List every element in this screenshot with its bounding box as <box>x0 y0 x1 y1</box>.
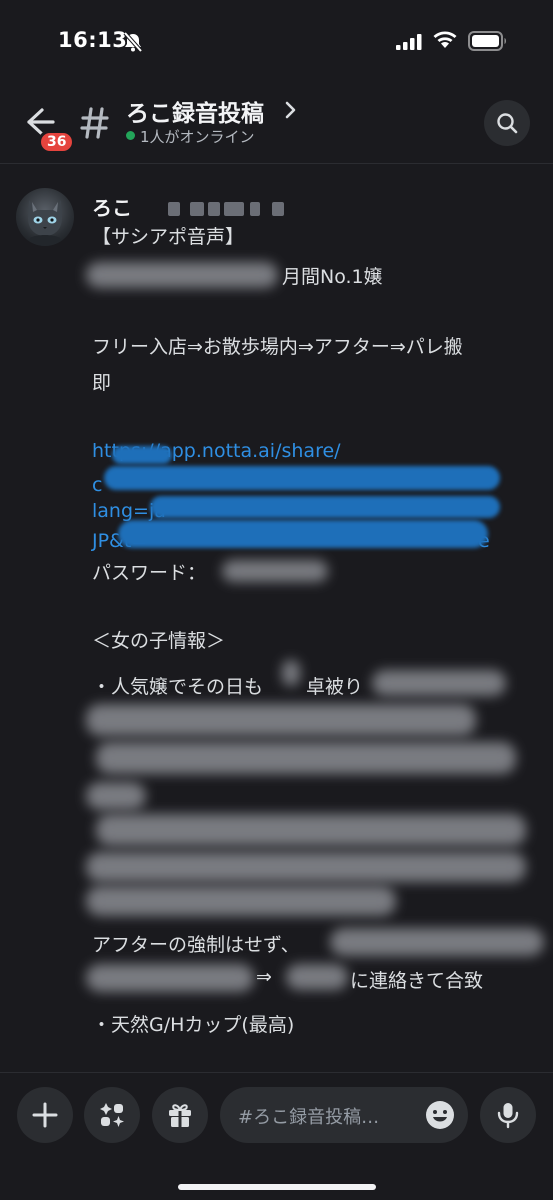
message-input-placeholder: #ろこ録音投稿… <box>238 1107 380 1128</box>
message-author[interactable]: ろこ <box>92 192 132 221</box>
redacted-text <box>86 964 254 992</box>
redacted-text <box>372 670 506 696</box>
search-icon <box>497 113 518 134</box>
flow-line-2: 即 <box>92 372 112 394</box>
gift-button[interactable] <box>152 1087 208 1143</box>
redacted-text <box>286 964 348 990</box>
after-line-1: アフターの強制はせず、 <box>92 934 300 956</box>
redaction-scribble <box>112 446 172 464</box>
voice-message-button[interactable] <box>480 1087 536 1143</box>
online-status: 1人がオンライン <box>140 128 255 146</box>
status-bar: 16:13 <box>0 0 553 80</box>
redacted-paragraph <box>96 742 516 774</box>
sparkle-apps-icon <box>100 1103 124 1127</box>
info-line-1: ・人気嬢でその日も <box>92 676 264 698</box>
redacted-paragraph <box>86 886 396 916</box>
rank-text: 月間No.1嬢 <box>282 266 383 288</box>
redacted-paragraph <box>96 814 526 846</box>
search-button[interactable] <box>484 100 530 146</box>
status-time: 16:13 <box>58 28 128 52</box>
apps-button[interactable] <box>84 1087 140 1143</box>
bell-slash-icon <box>123 31 143 53</box>
chevron-right-icon[interactable] <box>284 101 296 119</box>
redacted-paragraph <box>86 852 526 882</box>
home-indicator <box>178 1184 376 1190</box>
cat-avatar-icon <box>28 200 62 246</box>
redacted-paragraph <box>86 704 476 736</box>
after-line-2: に連絡きて合致 <box>350 970 484 992</box>
after-line-2-arrow: ⇒ <box>256 966 272 988</box>
plus-icon <box>32 1102 58 1128</box>
message-title: 【サシアポ音声】 <box>92 226 245 248</box>
battery-icon <box>468 31 506 51</box>
redaction-scribble <box>118 520 488 548</box>
channel-title[interactable]: ろこ録音投稿 <box>126 94 264 128</box>
redacted-text <box>282 660 300 686</box>
girl-info-heading: ＜女の子情報＞ <box>92 630 226 652</box>
message-input[interactable]: #ろこ録音投稿… <box>220 1087 468 1143</box>
unread-badge: 36 <box>38 130 76 154</box>
info-line-1b: 卓被り <box>306 676 364 698</box>
microphone-icon <box>497 1103 519 1129</box>
redacted-password <box>222 560 328 582</box>
add-button[interactable] <box>17 1087 73 1143</box>
redacted-timestamp <box>168 202 286 216</box>
cup-line: ・天然G/Hカップ(最高) <box>92 1014 295 1036</box>
redaction-scribble <box>104 466 500 490</box>
hash-icon <box>80 107 109 139</box>
gift-icon <box>169 1104 191 1127</box>
share-link-line-2[interactable]: c <box>92 474 102 496</box>
message: ろこ 【サシアポ音声】 月間No.1嬢 フリー入店⇒お散歩場内⇒アフター⇒パレ搬… <box>0 164 553 1071</box>
online-indicator <box>126 131 135 140</box>
redacted-paragraph <box>86 782 146 810</box>
emoji-icon[interactable] <box>424 1099 456 1131</box>
message-composer: #ろこ録音投稿… <box>0 1072 553 1200</box>
flow-line-1: フリー入店⇒お散歩場内⇒アフター⇒パレ搬 <box>92 336 463 358</box>
wifi-icon <box>433 31 457 48</box>
signal-icon <box>396 34 422 50</box>
redaction-scribble <box>150 496 500 518</box>
redacted-text <box>330 928 544 956</box>
redacted-text <box>86 262 278 288</box>
channel-header: 36 ろこ録音投稿 1人がオンライン <box>0 80 553 164</box>
password-label: パスワード： <box>92 562 207 584</box>
avatar[interactable] <box>16 188 74 246</box>
